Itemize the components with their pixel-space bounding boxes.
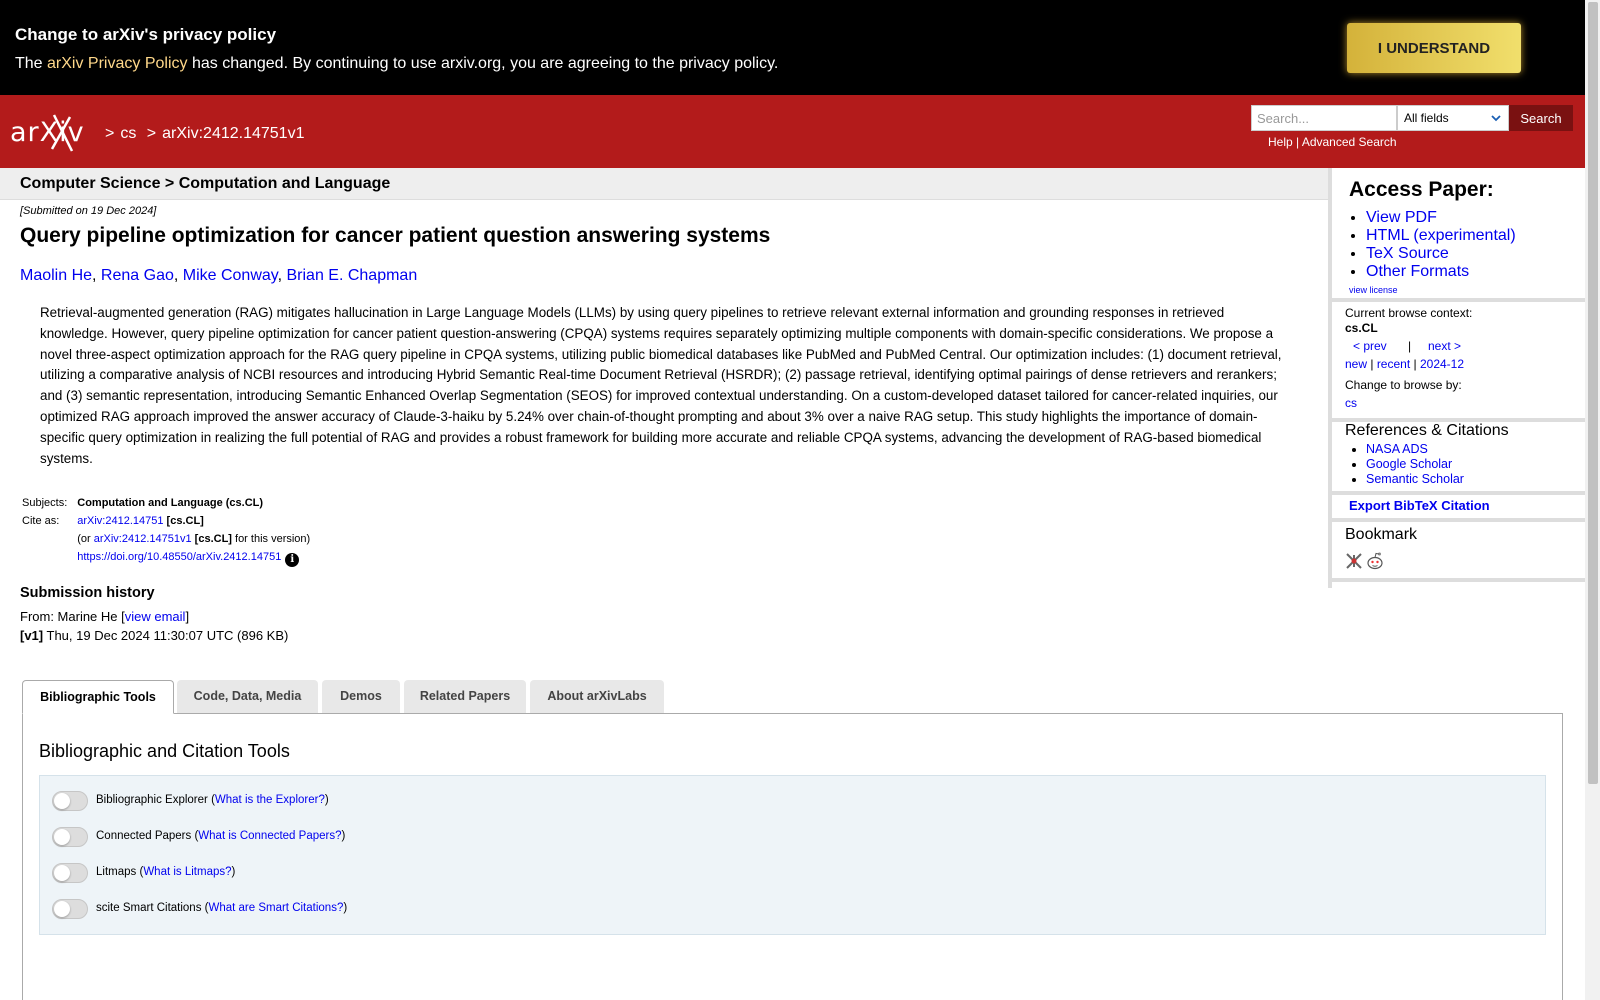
view-license-link[interactable]: view license bbox=[1349, 285, 1398, 295]
toggle-switch[interactable] bbox=[52, 791, 88, 811]
author-link[interactable]: Maolin He bbox=[20, 267, 92, 284]
privacy-policy-link[interactable]: arXiv Privacy Policy bbox=[47, 55, 187, 72]
help-link[interactable]: Help bbox=[1268, 135, 1293, 149]
author-link[interactable]: Rena Gao bbox=[101, 267, 174, 284]
info-icon[interactable]: i bbox=[285, 553, 300, 567]
privacy-banner-title: Change to arXiv's privacy policy bbox=[15, 25, 277, 44]
site-header: arXiv > cs > arXiv:2412.14751v1 All fields… bbox=[0, 95, 1585, 168]
submission-date: [Submitted on 19 Dec 2024] bbox=[20, 205, 157, 217]
breadcrumb: > cs > arXiv:2412.14751v1 bbox=[105, 125, 310, 143]
search-field-value: All fields bbox=[1404, 111, 1449, 125]
next-link[interactable]: next > bbox=[1428, 339, 1461, 353]
browse-context-label: Current browse context: bbox=[1345, 306, 1473, 320]
view-pdf-link[interactable]: View PDF bbox=[1366, 209, 1437, 226]
search-button[interactable]: Search bbox=[1509, 105, 1573, 131]
subjects-label: Subjects: bbox=[22, 497, 68, 509]
tool-info-link[interactable]: What is Connected Papers? bbox=[198, 830, 341, 842]
tool-info-link[interactable]: What are Smart Citations? bbox=[208, 902, 343, 914]
recent-link[interactable]: recent bbox=[1377, 357, 1410, 371]
abstract: Retrieval-augmented generation (RAG) mit… bbox=[40, 305, 1282, 466]
submission-from: From: Marine He [view email] bbox=[20, 609, 190, 624]
tool-info-link[interactable]: What is Litmaps? bbox=[143, 866, 231, 878]
breadcrumb-sep: > bbox=[105, 125, 115, 142]
metadata-table: Subjects: Computation and Language (cs.C… bbox=[22, 497, 311, 567]
privacy-banner-text: The arXiv Privacy Policy has changed. By… bbox=[15, 55, 779, 72]
view-email-link[interactable]: view email bbox=[125, 609, 186, 624]
category-subheader: Computer Science > Computation and Langu… bbox=[0, 168, 1328, 200]
tab-demos[interactable]: Demos bbox=[322, 680, 400, 713]
author-link[interactable]: Mike Conway bbox=[183, 267, 278, 284]
i-understand-button[interactable]: I UNDERSTAND bbox=[1347, 23, 1521, 73]
breadcrumb-sep: > bbox=[146, 125, 157, 142]
other-formats-link[interactable]: Other Formats bbox=[1366, 263, 1469, 280]
references-title: References & Citations bbox=[1345, 422, 1509, 439]
browse-context-box: Current browse context: cs.CL < prev | n… bbox=[1332, 302, 1585, 422]
tab-code-data-media[interactable]: Code, Data, Media bbox=[177, 680, 318, 713]
browse-context: cs.CL bbox=[1345, 321, 1378, 335]
arxiv-logo[interactable]: arXiv bbox=[10, 113, 100, 153]
author-link[interactable]: Brian E. Chapman bbox=[286, 267, 417, 284]
google-scholar-link[interactable]: Google Scholar bbox=[1366, 457, 1452, 471]
cite-link[interactable]: arXiv:2412.14751 bbox=[77, 515, 163, 527]
new-link[interactable]: new bbox=[1345, 357, 1367, 371]
export-bibtex-link[interactable]: Export BibTeX Citation bbox=[1349, 498, 1490, 513]
scrollbar-thumb[interactable] bbox=[1588, 2, 1598, 784]
references-box: References & Citations NASA ADS Google S… bbox=[1332, 422, 1585, 495]
toggle-switch[interactable] bbox=[52, 899, 88, 919]
doi-link[interactable]: https://doi.org/10.48550/arXiv.2412.1475… bbox=[77, 551, 281, 563]
nasa-ads-link[interactable]: NASA ADS bbox=[1366, 442, 1428, 456]
search-field-select[interactable]: All fields bbox=[1397, 105, 1509, 131]
category-title: Computer Science > Computation and Langu… bbox=[20, 175, 391, 192]
cite-as-label: Cite as: bbox=[22, 515, 60, 527]
sidebar: Access Paper: View PDF HTML (experimenta… bbox=[1328, 168, 1585, 588]
reddit-icon[interactable] bbox=[1365, 551, 1385, 571]
breadcrumb-cs[interactable]: cs bbox=[120, 125, 136, 142]
toggle-switch[interactable] bbox=[52, 827, 88, 847]
cite-version-link[interactable]: arXiv:2412.14751v1 bbox=[94, 533, 192, 545]
access-paper-title: Access Paper: bbox=[1349, 178, 1494, 201]
arxiv-logo-text: arXiv bbox=[10, 117, 85, 148]
month-link[interactable]: 2024-12 bbox=[1420, 357, 1464, 371]
author-list: Maolin He, Rena Gao, Mike Conway, Brian … bbox=[20, 267, 418, 284]
submission-history-heading: Submission history bbox=[20, 585, 155, 601]
tools-list: Bibliographic Explorer (What is the Expl… bbox=[39, 775, 1546, 935]
tex-source-link[interactable]: TeX Source bbox=[1366, 245, 1449, 262]
bookmark-title: Bookmark bbox=[1345, 526, 1418, 543]
semantic-scholar-link[interactable]: Semantic Scholar bbox=[1366, 472, 1464, 486]
search-links: Help | Advanced Search bbox=[1268, 135, 1397, 149]
tab-related-papers[interactable]: Related Papers bbox=[404, 680, 526, 713]
tool-info-link[interactable]: What is the Explorer? bbox=[215, 794, 325, 806]
export-box: Export BibTeX Citation bbox=[1332, 495, 1585, 522]
subjects-value: Computation and Language (cs.CL) bbox=[77, 497, 264, 509]
search-input[interactable] bbox=[1251, 105, 1397, 131]
html-link[interactable]: HTML (experimental) bbox=[1366, 227, 1516, 244]
bibsonomy-icon[interactable] bbox=[1345, 552, 1363, 570]
tab-bibliographic-tools[interactable]: Bibliographic Tools bbox=[22, 680, 174, 714]
bookmark-box: Bookmark bbox=[1332, 522, 1585, 582]
toggle-switch[interactable] bbox=[52, 863, 88, 883]
breadcrumb-paper-id: arXiv:2412.14751v1 bbox=[162, 125, 305, 142]
paper-title: Query pipeline optimization for cancer p… bbox=[20, 224, 771, 247]
change-browse-label: Change to browse by: bbox=[1345, 378, 1462, 392]
privacy-banner: Change to arXiv's privacy policy The arX… bbox=[0, 0, 1585, 95]
access-paper-box: Access Paper: View PDF HTML (experimenta… bbox=[1332, 168, 1585, 302]
panel-title: Bibliographic and Citation Tools bbox=[39, 741, 290, 761]
prev-link[interactable]: < prev bbox=[1353, 339, 1387, 353]
version-label: [v1] bbox=[20, 628, 44, 643]
tab-about-arxivlabs[interactable]: About arXivLabs bbox=[530, 680, 664, 713]
advanced-search-link[interactable]: Advanced Search bbox=[1302, 135, 1397, 149]
chevron-down-icon bbox=[1491, 115, 1501, 122]
tab-panel: Bibliographic and Citation Tools Bibliog… bbox=[22, 713, 1563, 1000]
version-entry: [v1] Thu, 19 Dec 2024 11:30:07 UTC (896 … bbox=[20, 628, 289, 643]
browse-cs-link[interactable]: cs bbox=[1345, 396, 1357, 410]
